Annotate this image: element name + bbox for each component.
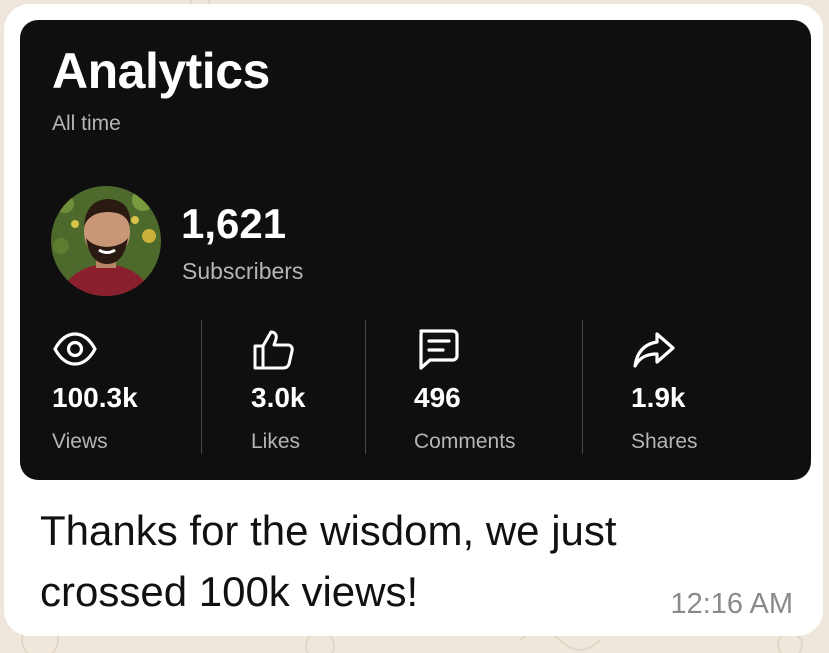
subscriber-count: 1,621: [181, 200, 287, 247]
subscriber-label: Subscribers: [182, 258, 304, 284]
eye-icon: [53, 332, 97, 366]
stat-value: 3.0k: [251, 382, 306, 413]
stat-label: Shares: [631, 430, 698, 453]
analytics-period: All time: [52, 112, 121, 135]
divider: [582, 320, 583, 454]
share-arrow-icon: [633, 332, 675, 368]
stat-label: Views: [52, 430, 108, 453]
divider: [201, 320, 202, 454]
stat-value: 496: [414, 382, 461, 413]
thumbs-up-icon: [253, 330, 294, 370]
stat-label: Comments: [414, 430, 516, 453]
stat-label: Likes: [251, 430, 301, 453]
stat-value: 1.9k: [631, 382, 686, 413]
analytics-title: Analytics: [52, 43, 270, 99]
comment-icon: [419, 329, 459, 370]
analytics-card[interactable]: Analytics All time 1,621 Subscribers 100…: [20, 20, 811, 480]
stat-value: 100.3k: [52, 382, 138, 413]
message-timestamp: 12:16 AM: [670, 588, 793, 620]
divider: [365, 320, 366, 454]
message-text: Thanks for the wisdom, we just crossed 1…: [40, 507, 617, 615]
avatar: [51, 186, 161, 296]
